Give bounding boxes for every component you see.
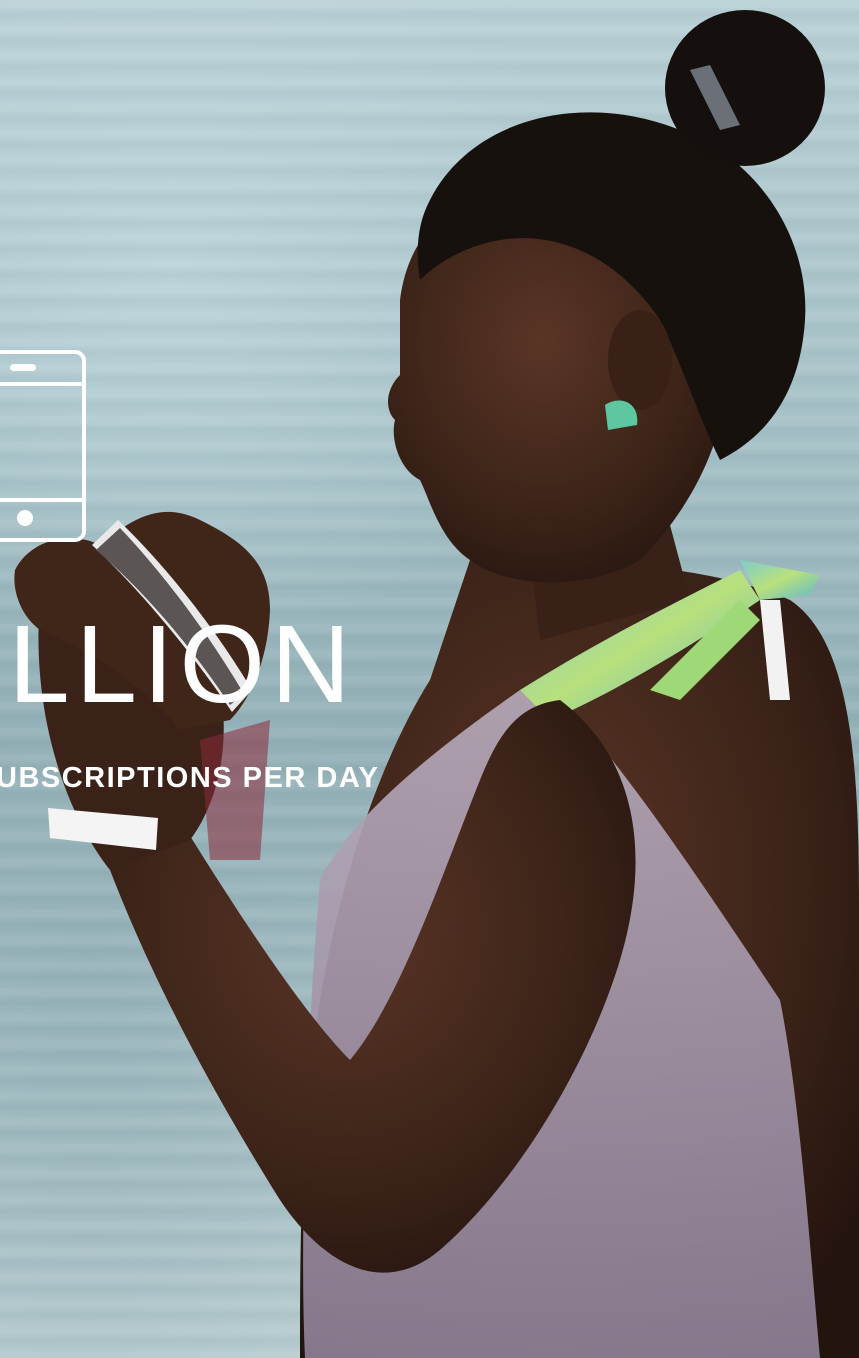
stat-caption: UBSCRIPTIONS PER DAY — [0, 762, 380, 794]
stat-number: ILLION — [0, 603, 357, 726]
smartphone-outline-icon — [0, 350, 86, 542]
hero-image: ILLION UBSCRIPTIONS PER DAY — [0, 0, 859, 1358]
